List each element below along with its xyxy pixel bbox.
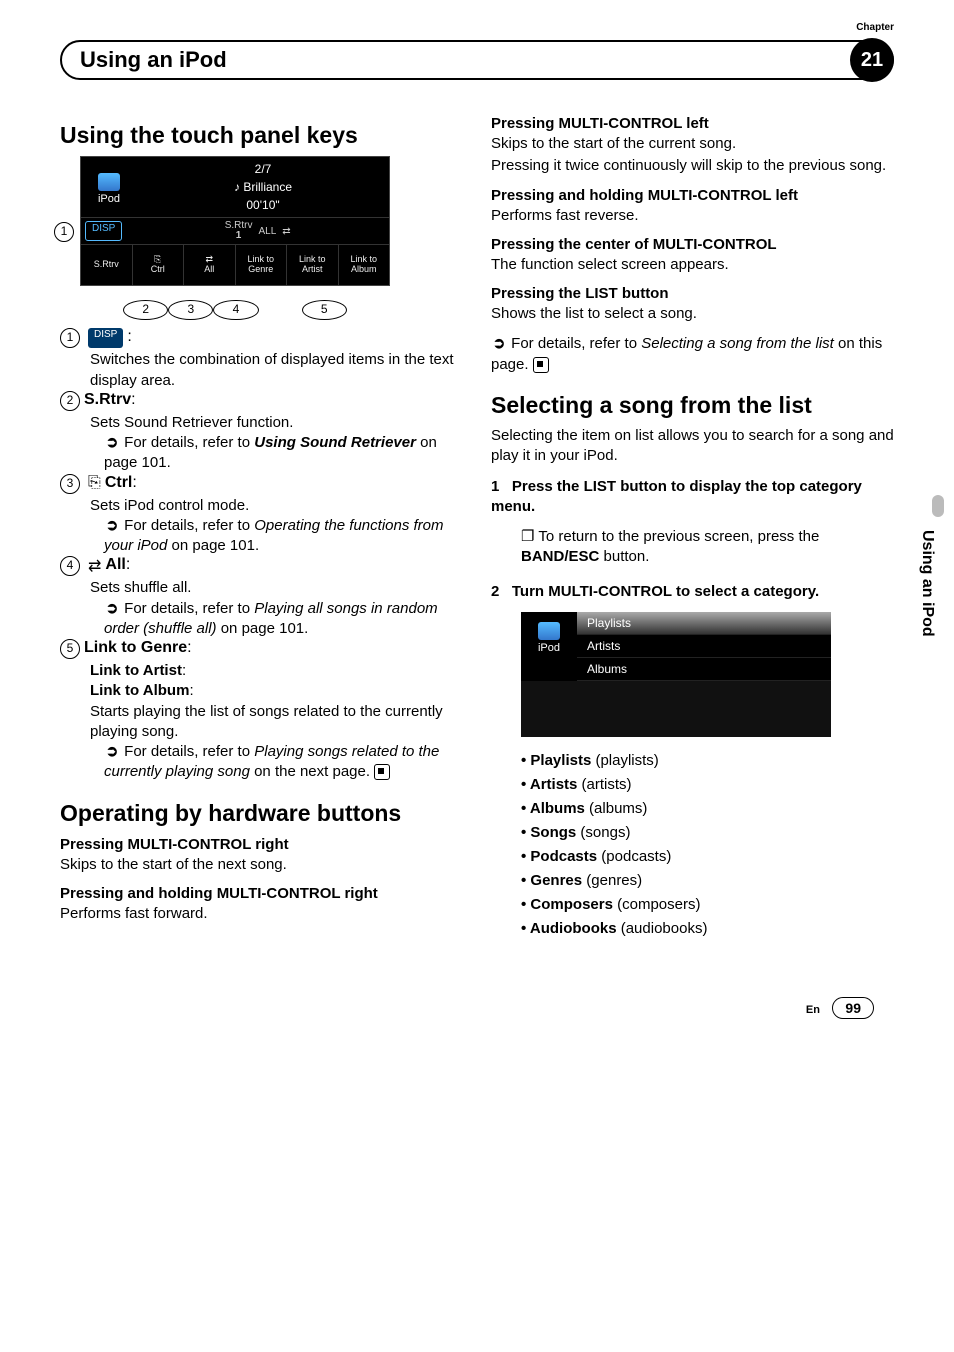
hw-t6-link: Selecting a song from the list <box>641 335 834 352</box>
screenshot-touch-panel: 1 iPod 2/7 ♪ Brilliance 00'10" DISP S.Rt… <box>80 156 390 320</box>
select-intro: Selecting the item on list allows you to… <box>491 426 894 467</box>
left-column: Using the touch panel keys 1 iPod 2/7 ♪ … <box>60 105 463 947</box>
shuffle-glyph-icon: ⇄ <box>88 556 101 576</box>
right-column: Pressing MULTI-CONTROL left Skips to the… <box>491 105 894 947</box>
track-counter: 2/7 <box>137 160 389 178</box>
cat-podcasts: Podcasts <box>530 848 597 865</box>
side-tab: Using an iPod <box>918 530 936 637</box>
category-list: Playlists (playlists) Artists (artists) … <box>491 749 894 941</box>
all-small: ALL <box>258 226 276 237</box>
item5-h3: Link to Album <box>90 682 189 699</box>
step2: 2 Turn MULTI-CONTROL to select a categor… <box>491 582 894 602</box>
side-tab-accent <box>932 495 944 517</box>
item3-head: Ctrl <box>105 474 133 491</box>
shuffle-icon: ⇄ <box>282 226 290 237</box>
item2-link: Using Sound Retriever <box>254 434 416 451</box>
arrow-icon: ➲ <box>104 599 120 619</box>
chapter-header: Chapter Using an iPod 21 <box>60 40 894 80</box>
btn-all: ⇄All <box>183 245 235 285</box>
ref-1: 1 <box>60 328 80 348</box>
chapter-label: Chapter <box>856 22 894 33</box>
hw-h6: Pressing the LIST button <box>491 285 894 302</box>
footer-lang: En <box>806 1004 820 1016</box>
ipod-icon <box>98 173 120 191</box>
item1-text: Switches the combination of displayed it… <box>60 350 463 391</box>
arrow-icon: ➲ <box>104 516 120 536</box>
ipod-label: iPod <box>98 193 120 205</box>
srtrv-level: 1 <box>236 231 242 241</box>
track-time: 00'10" <box>137 196 389 214</box>
cat-genres: Genres <box>530 872 582 889</box>
callout-1: 1 <box>54 222 74 242</box>
footer-page: 99 <box>832 997 874 1019</box>
callout-2: 2 <box>123 300 168 320</box>
cat-audiobooks: Audiobooks <box>530 920 617 937</box>
ref-4: 4 <box>60 556 80 576</box>
item2-text: Sets Sound Retriever function. <box>60 413 463 433</box>
item5-text: Starts playing the list of songs related… <box>60 702 463 743</box>
hw-h4: Pressing and holding MULTI-CONTROL left <box>491 187 894 204</box>
callout-4: 4 <box>213 300 258 320</box>
hw-h3: Pressing MULTI-CONTROL left <box>491 115 894 132</box>
note-icon: ❐ <box>521 528 538 545</box>
note-icon: ♪ <box>234 180 243 194</box>
hw-t3a: Skips to the start of the current song. <box>491 134 894 154</box>
arrow-icon: ➲ <box>104 742 120 762</box>
item2-head: S.Rtrv <box>84 391 131 408</box>
heading-select: Selecting a song from the list <box>491 393 894 418</box>
list-item-albums: Albums <box>577 658 831 681</box>
btn-srtrv: S.Rtrv <box>81 245 132 285</box>
ctrl-glyph-icon: ⎘ <box>88 474 101 494</box>
btn-ctrl: ⎘Ctrl <box>132 245 184 285</box>
arrow-icon: ➲ <box>104 433 120 453</box>
ref-2: 2 <box>60 391 80 411</box>
heading-hardware: Operating by hardware buttons <box>60 801 463 826</box>
hw-t2: Performs fast forward. <box>60 904 463 924</box>
ipod-icon <box>538 622 560 640</box>
item3-text: Sets iPod control mode. <box>60 496 463 516</box>
hw-h5: Pressing the center of MULTI-CONTROL <box>491 236 894 253</box>
disp-button: DISP <box>85 221 122 241</box>
callout-5: 5 <box>302 300 347 320</box>
chapter-number-badge: 21 <box>850 38 894 82</box>
list-item-playlists: Playlists <box>577 612 831 635</box>
hw-t6: Shows the list to select a song. <box>491 304 894 324</box>
arrow-icon: ➲ <box>491 334 507 354</box>
hw-h2: Pressing and holding MULTI-CONTROL right <box>60 885 463 902</box>
btn-link-genre: Link toGenre <box>235 245 287 285</box>
disp-badge: DISP <box>88 328 123 348</box>
hw-t1: Skips to the start of the next song. <box>60 855 463 875</box>
cat-composers: Composers <box>530 896 613 913</box>
btn-link-artist: Link toArtist <box>286 245 338 285</box>
end-icon <box>533 357 549 373</box>
end-icon <box>374 764 390 780</box>
item5-h2: Link to Artist <box>90 662 182 679</box>
list-item-artists: Artists <box>577 635 831 658</box>
cat-playlists: Playlists <box>530 752 591 769</box>
item4-text: Sets shuffle all. <box>60 578 463 598</box>
cat-songs: Songs <box>530 824 576 841</box>
ref-3: 3 <box>60 474 80 494</box>
ref-5: 5 <box>60 639 80 659</box>
step1: 1 Press the LIST button to display the t… <box>491 477 894 518</box>
screenshot-list: iPod Playlists Artists Albums <box>521 612 831 737</box>
hw-t3b: Pressing it twice continuously will skip… <box>491 156 894 176</box>
track-title: Brilliance <box>243 180 292 194</box>
callout-3: 3 <box>168 300 213 320</box>
band-esc: BAND/ESC <box>521 548 599 565</box>
footer: En 99 <box>60 997 894 1019</box>
item5-h1: Link to Genre <box>84 639 187 656</box>
item4-head: All <box>105 556 125 573</box>
btn-link-album: Link toAlbum <box>338 245 390 285</box>
cat-albums: Albums <box>530 800 585 817</box>
heading-touch-panel: Using the touch panel keys <box>60 123 463 148</box>
ipod-label-2: iPod <box>538 642 560 654</box>
chapter-title: Using an iPod <box>80 47 227 73</box>
hw-t5: The function select screen appears. <box>491 255 894 275</box>
hw-t4: Performs fast reverse. <box>491 206 894 226</box>
hw-h1: Pressing MULTI-CONTROL right <box>60 836 463 853</box>
cat-artists: Artists <box>530 776 578 793</box>
